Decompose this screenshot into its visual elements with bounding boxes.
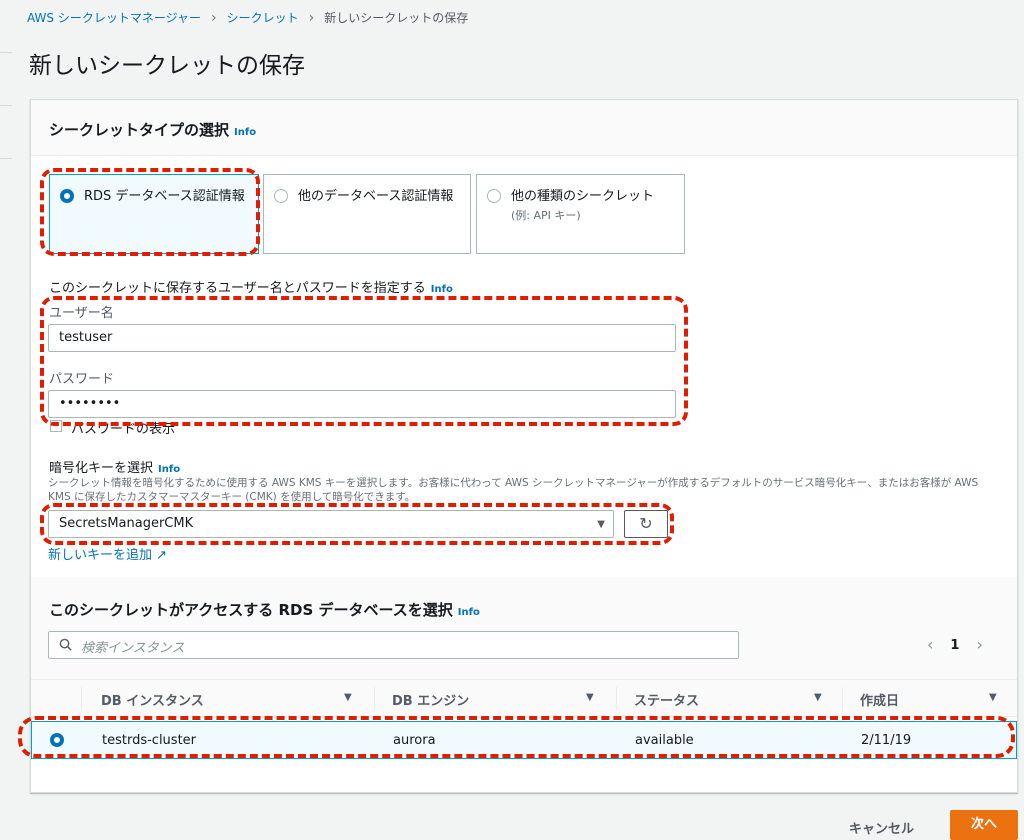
next-page-icon[interactable]: ›: [976, 637, 982, 653]
secret-type-option-rds[interactable]: RDS データベース認証情報: [49, 174, 259, 254]
pagination: ‹ 1 ›: [927, 637, 983, 653]
column-divider: [81, 687, 82, 711]
external-link-icon: ↗: [156, 548, 168, 563]
breadcrumb-secrets[interactable]: シークレット: [227, 9, 299, 26]
refresh-button[interactable]: ↻: [624, 510, 668, 538]
sort-caret-icon[interactable]: ▼: [586, 692, 594, 703]
database-heading: このシークレットがアクセスする RDS データベースを選択 Info: [49, 599, 480, 620]
database-info-link[interactable]: Info: [458, 607, 480, 618]
credentials-title: このシークレットに保存するユーザー名とパスワードを指定する: [49, 281, 426, 296]
password-field[interactable]: ••••••••: [48, 390, 676, 418]
search-icon: [59, 638, 72, 651]
table-row[interactable]: testrds-cluster aurora available 2/11/19: [31, 721, 1017, 759]
radio-unselected-icon: [487, 189, 501, 203]
column-divider: [374, 687, 375, 711]
option-sublabel: (例: API キー): [511, 209, 581, 222]
show-password-label: パスワードの表示: [71, 422, 176, 437]
previous-page-icon[interactable]: ‹: [927, 637, 933, 653]
current-page[interactable]: 1: [950, 638, 959, 653]
chevron-right-icon: ›: [308, 9, 315, 26]
option-label: 他のデータベース認証情報: [298, 189, 454, 204]
username-label: ユーザー名: [49, 306, 114, 321]
cell-db-engine: aurora: [393, 733, 436, 748]
secret-type-option-other[interactable]: 他の種類のシークレット (例: API キー): [476, 174, 685, 254]
breadcrumb-current: 新しいシークレットの保存: [324, 11, 469, 25]
credentials-heading: このシークレットに保存するユーザー名とパスワードを指定する Info: [49, 277, 453, 296]
page-title: 新しいシークレットの保存: [29, 53, 305, 79]
refresh-icon: ↻: [639, 514, 653, 533]
column-divider: [616, 687, 617, 711]
secret-type-option-other-db[interactable]: 他のデータベース認証情報: [263, 174, 471, 254]
secret-type-title: シークレットタイプの選択: [49, 121, 230, 139]
column-divider: [842, 687, 843, 711]
sort-caret-icon[interactable]: ▼: [989, 692, 997, 703]
credentials-info-link[interactable]: Info: [431, 284, 453, 295]
chevron-right-icon: ›: [211, 9, 217, 26]
option-label: RDS データベース認証情報: [84, 189, 245, 204]
sort-caret-icon[interactable]: ▼: [814, 692, 822, 703]
encryption-info-link[interactable]: Info: [158, 464, 180, 475]
column-header-db-engine[interactable]: DB エンジン: [392, 690, 469, 709]
secret-type-info-link[interactable]: Info: [234, 127, 256, 138]
database-title: このシークレットがアクセスする RDS データベースを選択: [49, 601, 453, 619]
next-button[interactable]: 次へ: [950, 810, 1018, 840]
show-password-checkbox[interactable]: [50, 420, 62, 432]
left-nav-edge: [0, 158, 12, 159]
cell-db-instance: testrds-cluster: [102, 733, 197, 748]
selected-key-value: SecretsManagerCMK: [59, 516, 194, 531]
store-secret-panel: シークレットタイプの選択 Info RDS データベース認証情報 他のデータベース…: [30, 99, 1018, 793]
radio-unselected-icon: [274, 189, 288, 203]
caret-down-icon: ▼: [597, 519, 605, 530]
left-nav-edge: [0, 52, 12, 53]
secret-type-header: シークレットタイプの選択 Info: [31, 100, 1017, 156]
breadcrumb-secrets-manager[interactable]: AWS シークレットマネージャー: [27, 9, 201, 26]
encryption-heading: 暗号化キーを選択 Info: [49, 457, 180, 476]
secret-type-heading: シークレットタイプの選択 Info: [49, 119, 256, 140]
radio-selected-icon: [60, 189, 74, 203]
left-nav-edge: [0, 105, 12, 106]
cell-created: 2/11/19: [861, 733, 912, 748]
add-key-label: 新しいキーを追加: [48, 548, 153, 563]
cancel-button[interactable]: キャンセル: [849, 818, 914, 837]
sort-caret-icon[interactable]: ▼: [344, 692, 352, 703]
encryption-key-select[interactable]: SecretsManagerCMK ▼: [48, 510, 614, 538]
password-label: パスワード: [49, 372, 115, 387]
column-header-created[interactable]: 作成日: [860, 690, 899, 709]
add-new-key-link[interactable]: 新しいキーを追加 ↗: [48, 544, 167, 563]
table-header: DB インスタンス ▼ DB エンジン ▼ ステータス ▼ 作成日 ▼: [31, 679, 1017, 717]
search-placeholder: 検索インスタンス: [81, 641, 185, 656]
search-input[interactable]: 検索インスタンス: [48, 631, 739, 659]
username-field[interactable]: testuser: [48, 324, 676, 352]
option-label: 他の種類のシークレット: [511, 189, 655, 204]
cell-status: available: [635, 733, 694, 748]
breadcrumb: AWS シークレットマネージャー › シークレット › 新しいシークレットの保存: [27, 9, 468, 26]
encryption-description: シークレット情報を暗号化するために使用する AWS KMS キーを選択します。お…: [48, 477, 979, 503]
column-header-db-instance[interactable]: DB インスタンス: [101, 690, 204, 709]
column-header-status[interactable]: ステータス: [634, 690, 699, 709]
radio-selected-icon[interactable]: [50, 733, 64, 747]
encryption-title: 暗号化キーを選択: [49, 461, 154, 476]
